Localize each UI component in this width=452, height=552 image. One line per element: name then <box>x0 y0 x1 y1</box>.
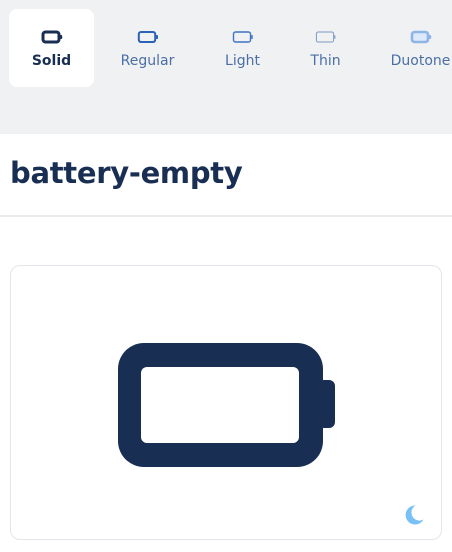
battery-empty-icon <box>118 343 335 467</box>
tab-thin[interactable]: Thin <box>283 9 368 87</box>
icon-style-tabs: Solid Regular Light Thin Duotone <box>0 0 452 134</box>
tab-label-thin: Thin <box>310 53 341 69</box>
tab-solid[interactable]: Solid <box>9 9 94 87</box>
battery-light-icon <box>232 31 253 43</box>
battery-thin-icon <box>315 31 335 43</box>
section-divider <box>0 215 452 217</box>
battery-duotone-icon <box>410 30 431 44</box>
icon-name-title: battery-empty <box>10 156 243 190</box>
battery-solid-icon <box>41 30 62 44</box>
tab-label-light: Light <box>225 53 260 69</box>
tab-duotone[interactable]: Duotone <box>378 9 452 87</box>
tab-label-regular: Regular <box>120 53 175 69</box>
moon-icon[interactable] <box>402 503 426 527</box>
tab-label-duotone: Duotone <box>390 53 451 69</box>
icon-preview-card <box>10 265 442 540</box>
tab-light[interactable]: Light <box>200 9 285 87</box>
tab-regular[interactable]: Regular <box>105 9 190 87</box>
tab-label-solid: Solid <box>31 53 72 69</box>
battery-regular-icon <box>137 31 158 43</box>
